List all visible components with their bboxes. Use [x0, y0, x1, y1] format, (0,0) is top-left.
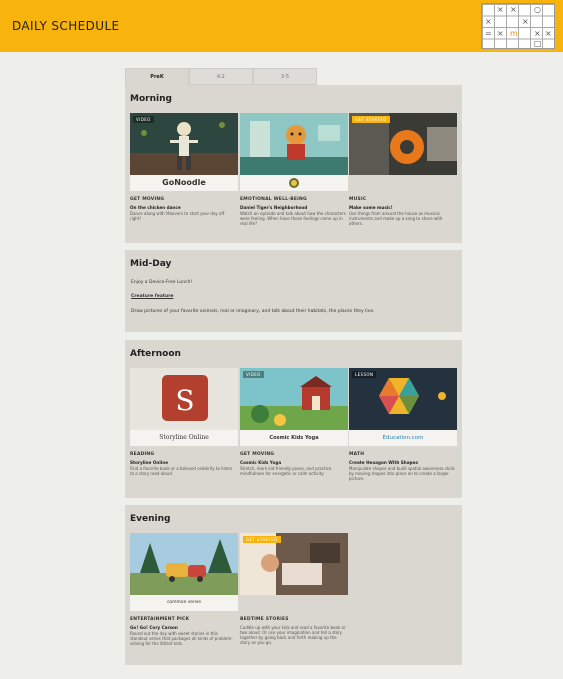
- video-badge: VIDEO: [133, 116, 154, 123]
- storyline-online-image: S: [130, 368, 238, 430]
- activity-card[interactable]: EMOTIONAL WELL-BEING Daniel Tiger's Neig…: [240, 113, 348, 238]
- activity-category: GET MOVING: [240, 452, 275, 457]
- activity-category: BEDTIME STORIES: [240, 617, 289, 622]
- logo-glyph: m: [510, 29, 518, 38]
- logo-glyph: ×: [485, 17, 492, 26]
- pbs-icon: [289, 178, 299, 188]
- activity-thumbnail[interactable]: GET STARTED: [240, 533, 348, 595]
- activity-category: ENTERTAINMENT PICK: [130, 617, 190, 622]
- logo-glyph: =: [485, 29, 492, 38]
- activity-description: Use things from around the house as musi…: [349, 211, 443, 226]
- morning-section: Morning VIDEO GoNoodle GET MOVING On the…: [125, 85, 462, 243]
- header-bar: DAILY SCHEDULE × × ○ × × = × m × × □: [0, 0, 563, 52]
- activity-name[interactable]: Create Hexagon With Shapes: [349, 460, 418, 465]
- tab-k-2[interactable]: K-2: [189, 68, 253, 85]
- video-thumbnail[interactable]: VIDEO: [240, 368, 348, 430]
- activity-category: READING: [130, 452, 155, 457]
- get-started-badge: GET STARTED: [243, 536, 281, 543]
- logo-glyph: ×: [545, 29, 552, 38]
- video-thumbnail[interactable]: VIDEO: [130, 113, 238, 175]
- afternoon-section: Afternoon S Storyline Online READING Sto…: [125, 340, 462, 498]
- activity-category: MUSIC: [349, 197, 367, 202]
- logo-glyph: ○: [534, 5, 541, 14]
- activity-card[interactable]: LESSON Education.com MATH Create Hexagon…: [349, 368, 457, 493]
- tab-3-5[interactable]: 3-5: [253, 68, 317, 85]
- gonoodle-logo: GoNoodle: [130, 175, 238, 191]
- activity-category: EMOTIONAL WELL-BEING: [240, 197, 307, 202]
- lesson-badge: LESSON: [352, 371, 377, 378]
- cosmic-kids-logo: Cosmic Kids Yoga: [240, 430, 348, 446]
- activity-name[interactable]: Storyline Online: [130, 460, 168, 465]
- activity-category: MATH: [349, 452, 365, 457]
- midday-section: Mid-Day Enjoy a Device-Free Lunch! Creat…: [125, 250, 462, 332]
- logo-glyph: ×: [497, 5, 504, 14]
- activity-name[interactable]: On the chicken dance: [130, 205, 181, 210]
- activity-name[interactable]: Cosmic Kids Yoga: [240, 460, 281, 465]
- activity-description: Stretch, learn kid-friendly poses, and p…: [240, 466, 332, 476]
- logo-glyph: □: [534, 39, 542, 48]
- activity-name[interactable]: Daniel Tiger's Neighborhood: [240, 205, 307, 210]
- cory-carson-image: [130, 533, 238, 595]
- logo-glyph: ×: [534, 29, 541, 38]
- activity-thumbnail[interactable]: S: [130, 368, 238, 430]
- activity-description: Manipulate shapes and build spatial awar…: [349, 466, 455, 481]
- activity-description: Cuddle up with your kids and read a favo…: [240, 625, 346, 645]
- lesson-thumbnail[interactable]: LESSON: [349, 368, 457, 430]
- activity-card[interactable]: GET STARTED MUSIC Make some music! Use t…: [349, 113, 457, 238]
- logo-glyph: ×: [497, 29, 504, 38]
- activity-card[interactable]: S Storyline Online READING Storyline Onl…: [130, 368, 238, 493]
- activity-description: Round out the day with sweet stories in …: [130, 631, 233, 646]
- section-heading: Morning: [130, 94, 172, 104]
- section-heading: Afternoon: [130, 349, 181, 359]
- schedule-grid-logo: × × ○ × × = × m × × □: [481, 3, 555, 49]
- activity-card[interactable]: common sense ENTERTAINMENT PICK Go! Go! …: [130, 533, 238, 661]
- activity-name[interactable]: Make some music!: [349, 205, 393, 210]
- activity-description: Find a favorite book or a beloved celebr…: [130, 466, 233, 476]
- get-started-badge: GET STARTED: [352, 116, 390, 123]
- video-badge: VIDEO: [243, 371, 264, 378]
- activity-card[interactable]: VIDEO Cosmic Kids Yoga GET MOVING Cosmic…: [240, 368, 348, 493]
- activity-description: Dance along with Moovers to start your d…: [130, 211, 225, 221]
- midday-line: Enjoy a Device-Free Lunch!: [131, 280, 193, 285]
- activity-category: GET MOVING: [130, 197, 165, 202]
- education-com-logo: Education.com: [349, 430, 457, 446]
- daniel-tiger-image: [240, 113, 348, 175]
- section-heading: Mid-Day: [130, 259, 172, 269]
- grade-tabs: PreK K-2 3-5: [125, 68, 317, 85]
- activity-description: Watch an episode and talk about how the …: [240, 211, 346, 226]
- section-heading: Evening: [130, 514, 171, 524]
- activity-thumbnail[interactable]: [130, 533, 238, 595]
- common-sense-logo: common sense: [130, 595, 238, 611]
- evening-section: Evening common sense ENTERTAINMENT PICK …: [125, 505, 462, 665]
- activity-card[interactable]: GET STARTED BEDTIME STORIES Cuddle up wi…: [240, 533, 348, 661]
- pbs-logo: [240, 175, 348, 191]
- video-thumbnail[interactable]: [240, 113, 348, 175]
- activity-thumbnail[interactable]: GET STARTED: [349, 113, 457, 175]
- svg-text:S: S: [175, 384, 194, 417]
- tab-prek[interactable]: PreK: [125, 68, 189, 85]
- midday-description: Draw pictures of your favorite animals, …: [131, 309, 375, 314]
- storyline-logo: Storyline Online: [130, 430, 238, 446]
- logo-glyph: ×: [522, 17, 529, 26]
- logo-glyph: ×: [510, 5, 517, 14]
- activity-name[interactable]: Go! Go! Cory Carson: [130, 625, 178, 630]
- page-title: DAILY SCHEDULE: [12, 19, 120, 33]
- midday-activity-title[interactable]: Creature feature: [131, 294, 173, 299]
- activity-card[interactable]: VIDEO GoNoodle GET MOVING On the chicken…: [130, 113, 238, 238]
